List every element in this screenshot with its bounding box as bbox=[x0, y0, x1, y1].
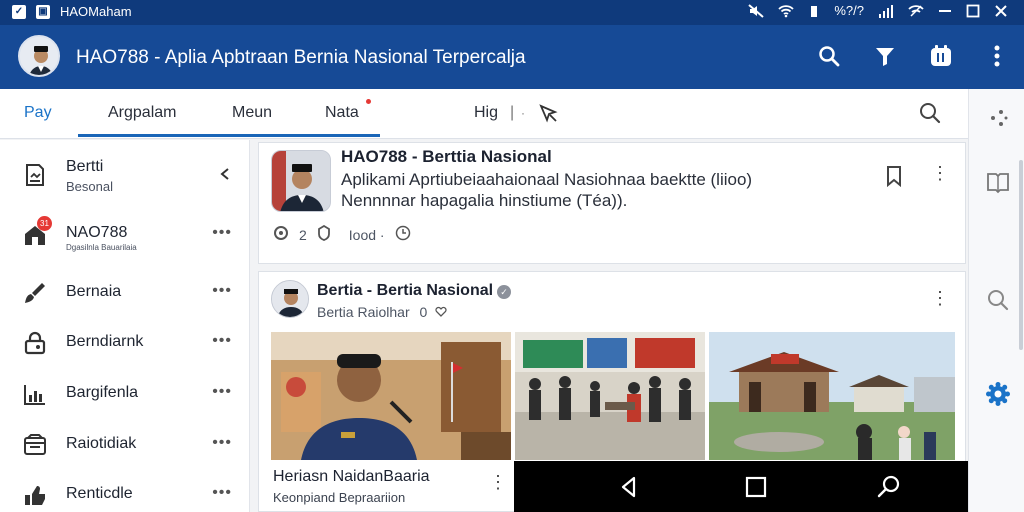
brush-icon bbox=[22, 280, 48, 306]
sidebar-item-renticdle[interactable]: Renticdle ••• bbox=[0, 470, 250, 512]
post-card[interactable]: HAO788 - Berttia Nasional Aplikami Aprti… bbox=[258, 142, 966, 264]
close-icon[interactable] bbox=[994, 4, 1008, 18]
shield-icon[interactable] bbox=[317, 224, 331, 244]
reaction-count: 2 bbox=[299, 226, 307, 243]
wifi-alt-icon bbox=[908, 4, 924, 18]
post-photo-crowd[interactable] bbox=[515, 332, 705, 460]
thumb-icon bbox=[22, 482, 48, 508]
search-nav-icon[interactable] bbox=[876, 474, 902, 500]
signal-bars-icon bbox=[878, 4, 894, 18]
sidebar-item-bertti[interactable]: Bertti Besonal bbox=[0, 150, 250, 200]
signal-text: %?/? bbox=[834, 3, 864, 18]
sidebar-item-nao788[interactable]: 31 NAO788 Dgasilnla Bauarilaia ••• bbox=[0, 210, 250, 260]
tab-nata[interactable]: Nata bbox=[325, 104, 359, 122]
wifi-icon bbox=[778, 4, 794, 18]
checkbox-icon: ✓ bbox=[12, 4, 26, 19]
more-vertical-icon[interactable]: ⋮ bbox=[931, 163, 949, 184]
tab-indicator bbox=[78, 134, 380, 137]
sidebar-item-label: NAO788 bbox=[66, 224, 128, 241]
tab-meun[interactable]: Meun bbox=[232, 104, 272, 122]
post-photo-building[interactable] bbox=[709, 332, 955, 460]
post-subtitle-count: 0 bbox=[419, 304, 428, 320]
post-title: HAO788 - Berttia Nasional bbox=[341, 147, 552, 166]
inbox-icon bbox=[22, 432, 48, 458]
post-caption-sub: Keonpiand Bepraariion bbox=[273, 490, 406, 505]
calendar-icon[interactable] bbox=[926, 41, 956, 71]
sidebar-item-label: Bertti bbox=[66, 158, 104, 175]
app-avatar[interactable] bbox=[18, 35, 60, 77]
post-text: Nennnnar hapagalia hinstiume (Téa)). bbox=[341, 191, 628, 210]
bookmark-page-icon bbox=[22, 162, 48, 188]
more-icon[interactable]: ••• bbox=[212, 332, 232, 350]
notification-badge: 31 bbox=[37, 216, 52, 231]
battery-small-icon bbox=[808, 4, 820, 18]
more-vertical-icon[interactable] bbox=[982, 41, 1012, 71]
navigation-bar bbox=[514, 461, 968, 512]
app-bar: HAO788 - Aplia Apbtraan Bernia Nasional … bbox=[0, 25, 1024, 89]
post-subtitle: Bertia Raiolhar 0 bbox=[317, 304, 447, 320]
maximize-icon[interactable] bbox=[966, 4, 980, 18]
chevron-left-icon[interactable] bbox=[218, 167, 232, 181]
clock-icon bbox=[395, 225, 411, 244]
sidebar-item-berndiarnk[interactable]: Berndiarnk ••• bbox=[0, 318, 250, 368]
tab-notification-dot bbox=[366, 99, 371, 104]
more-icon[interactable]: ••• bbox=[212, 224, 232, 242]
sidebar-item-label: Bargifenla bbox=[66, 384, 139, 401]
app-title: HAO788 - Aplia Apbtraan Bernia Nasional … bbox=[76, 47, 526, 68]
post-thumbnail[interactable] bbox=[271, 150, 331, 212]
sidebar-item-raiotidiak[interactable]: Raiotidiak ••• bbox=[0, 420, 250, 470]
post-time: Iood · bbox=[348, 226, 385, 243]
reaction-icon[interactable] bbox=[273, 225, 289, 244]
sidebar-item-label: Bernaia bbox=[66, 283, 122, 300]
bookmark-icon[interactable] bbox=[883, 165, 905, 188]
cursor-icon[interactable] bbox=[538, 103, 560, 125]
heart-icon[interactable] bbox=[435, 304, 447, 320]
post-subtitle-text: Bertia Raiolhar bbox=[317, 304, 410, 320]
sidebar-item-sublabel: Besonal bbox=[66, 179, 113, 194]
sidebar-item-bernaia[interactable]: Bernaia ••• bbox=[0, 268, 250, 318]
lock-icon bbox=[22, 330, 48, 356]
rail-search-icon[interactable] bbox=[985, 287, 1011, 313]
chart-icon bbox=[22, 381, 48, 407]
book-icon[interactable] bbox=[985, 169, 1011, 195]
sidebar-item-bargifenla[interactable]: Bargifenla ••• bbox=[0, 369, 250, 419]
mute-icon bbox=[748, 3, 765, 18]
tab-search-icon[interactable] bbox=[918, 101, 942, 125]
sidebar: Bertti Besonal 31 NAO788 Dgasilnla Bauar… bbox=[0, 140, 250, 512]
tab-dot-separator: · bbox=[521, 106, 525, 120]
tab-bar: Pay Argpalam Meun Nata Hig | · bbox=[0, 89, 968, 139]
scrollbar[interactable] bbox=[1019, 160, 1023, 350]
settings-gear-icon[interactable] bbox=[985, 381, 1011, 407]
status-app-label: HAOMaham bbox=[60, 4, 132, 19]
more-icon[interactable]: ••• bbox=[212, 282, 232, 300]
more-icon[interactable]: ••• bbox=[212, 434, 232, 452]
tab-hig[interactable]: Hig bbox=[474, 104, 498, 122]
tab-divider: | bbox=[510, 104, 515, 121]
author-avatar[interactable] bbox=[271, 280, 309, 318]
more-icon[interactable]: ••• bbox=[212, 383, 232, 401]
sidebar-item-label: Renticdle bbox=[66, 485, 133, 502]
post-photo-officer[interactable] bbox=[271, 332, 511, 460]
filter-icon[interactable] bbox=[870, 41, 900, 71]
post-title: Bertia - Bertia Nasional bbox=[317, 282, 494, 299]
sidebar-item-label: Berndiarnk bbox=[66, 333, 144, 350]
status-bar: ✓ ▣ HAOMaham %?/? bbox=[0, 0, 1024, 25]
verified-icon: ✓ bbox=[497, 285, 511, 299]
more-icon[interactable]: ••• bbox=[212, 484, 232, 502]
search-icon[interactable] bbox=[814, 41, 844, 71]
back-icon[interactable] bbox=[616, 474, 642, 500]
sparkle-icon[interactable] bbox=[985, 105, 1011, 131]
right-rail bbox=[968, 89, 1024, 512]
post-text: Aplikami Aprtiubeiaahaionaal Nasiohnaa b… bbox=[341, 170, 753, 189]
more-vertical-icon[interactable]: ⋮ bbox=[489, 472, 507, 493]
post-caption: Heriasn NaidanBaaria bbox=[273, 468, 430, 485]
home-square-icon[interactable] bbox=[743, 474, 769, 500]
sidebar-item-label: Raiotidiak bbox=[66, 435, 137, 452]
minimize-icon[interactable] bbox=[938, 4, 952, 18]
tab-argpalam[interactable]: Argpalam bbox=[108, 104, 176, 122]
sidebar-item-sublabel: Dgasilnla Bauarilaia bbox=[66, 243, 137, 252]
more-vertical-icon[interactable]: ⋮ bbox=[931, 288, 949, 309]
tab-pay[interactable]: Pay bbox=[24, 104, 52, 122]
app-icon: ▣ bbox=[36, 4, 50, 19]
